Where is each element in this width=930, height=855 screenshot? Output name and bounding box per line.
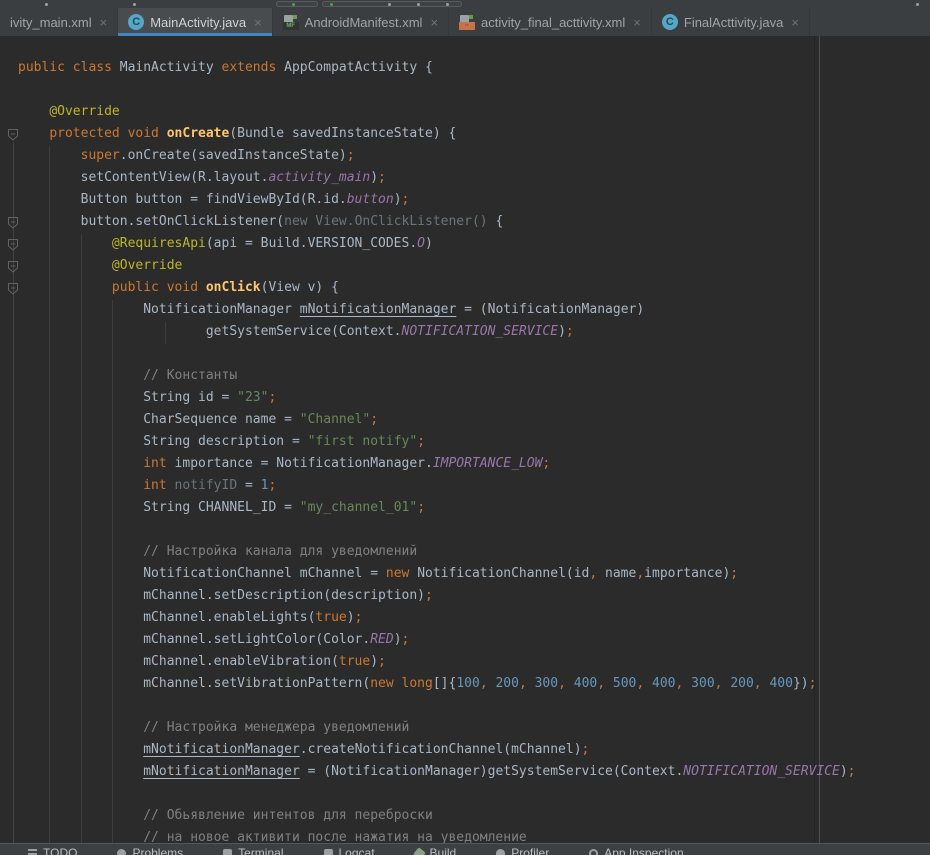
toolwindow-button-terminal[interactable]: Terminal — [223, 846, 283, 855]
code-line: super.onCreate(savedInstanceState); — [0, 145, 930, 167]
java-class-icon: C — [662, 14, 678, 30]
code-line: // Настройка менеджера уведомлений — [0, 717, 930, 739]
code-line: // Константы — [0, 365, 930, 387]
toolbar-dot — [133, 3, 136, 6]
device-selector-widget[interactable] — [322, 1, 462, 7]
tab-close-icon[interactable]: × — [430, 16, 438, 29]
toolwindow-label: Profiler — [511, 846, 549, 855]
tab-AndroidManifest.xml[interactable]: MF AndroidManifest.xml × — [273, 8, 449, 36]
debug-icon[interactable] — [330, 3, 333, 6]
java-class-icon: C — [128, 14, 144, 30]
problems-icon — [117, 849, 126, 855]
tab-close-icon[interactable]: × — [100, 16, 108, 29]
toolwindow-button-problems[interactable]: Problems — [117, 846, 183, 855]
code-line: int importance = NotificationManager.IMP… — [0, 453, 930, 475]
code-line: mChannel.setLightColor(Color.RED); — [0, 629, 930, 651]
toolwindow-label: Problems — [132, 846, 183, 855]
terminal-icon — [223, 849, 232, 855]
toolwindow-button-app-inspection[interactable]: App Inspection — [589, 846, 683, 855]
code-line: // Обьявление интентов для переброски — [0, 805, 930, 827]
code-line: String description = "first notify"; — [0, 431, 930, 453]
fold-collapse-icon[interactable] — [7, 128, 19, 141]
fold-collapse-icon[interactable] — [7, 282, 19, 295]
tab-FinalActtivity.java[interactable]: C FinalActtivity.java × — [652, 8, 810, 36]
code-line: @Override — [0, 255, 930, 277]
todo-icon — [28, 849, 37, 855]
tab-MainActivity.java[interactable]: C MainActivity.java × — [118, 8, 272, 36]
tool-window-bar: TODO Problems Terminal Logcat Build Profiler A… — [0, 843, 930, 855]
layout-xml-file-icon: ·· — [459, 14, 475, 30]
code-line: mNotificationManager = (NotificationMana… — [0, 761, 930, 783]
code-line: int notifyID = 1; — [0, 475, 930, 497]
tab-ivity_main.xml[interactable]: ivity_main.xml × — [0, 8, 118, 36]
code-line: @RequiresApi(api = Build.VERSION_CODES.O… — [0, 233, 930, 255]
code-line: String CHANNEL_ID = "my_channel_01"; — [0, 497, 930, 519]
code-line: mNotificationManager.createNotificationC… — [0, 739, 930, 761]
tab-label: FinalActtivity.java — [684, 15, 783, 30]
code-line: @Override — [0, 101, 930, 123]
toolwindow-label: Terminal — [238, 846, 283, 855]
tab-close-icon[interactable]: × — [791, 16, 799, 29]
manifest-file-icon: MF — [283, 14, 299, 30]
code-line — [0, 695, 930, 717]
toolbar-dot — [417, 3, 420, 6]
code-line — [0, 343, 930, 365]
toolwindow-label: App Inspection — [604, 846, 683, 855]
toolwindow-label: TODO — [43, 846, 77, 855]
code-line: protected void onCreate(Bundle savedInst… — [0, 123, 930, 145]
toolbar-dot — [916, 3, 919, 6]
code-line: public void onClick(View v) { — [0, 277, 930, 299]
toolwindow-button-logcat[interactable]: Logcat — [324, 846, 375, 855]
run-config-widget[interactable] — [276, 1, 318, 7]
toolbar-dot — [446, 3, 449, 6]
fold-collapse-icon[interactable] — [7, 216, 19, 229]
code-line: String id = "23"; — [0, 387, 930, 409]
tab-label: ivity_main.xml — [10, 15, 92, 30]
toolwindow-label: Logcat — [339, 846, 375, 855]
tab-label: activity_final_acttivity.xml — [481, 15, 625, 30]
main-toolbar-edge — [0, 0, 930, 8]
code-line: setContentView(R.layout.activity_main); — [0, 167, 930, 189]
run-icon[interactable] — [292, 3, 295, 6]
tab-close-icon[interactable]: × — [633, 16, 641, 29]
code-line — [0, 79, 930, 101]
code-line: public class MainActivity extends AppCom… — [0, 57, 930, 79]
tab-close-icon[interactable]: × — [254, 16, 262, 29]
toolwindow-button-profiler[interactable]: Profiler — [496, 846, 549, 855]
code-line: getSystemService(Context.NOTIFICATION_SE… — [0, 321, 930, 343]
code-line: button.setOnClickListener(new View.OnCli… — [0, 211, 930, 233]
tab-activity_final_acttivity.xml[interactable]: ·· activity_final_acttivity.xml × — [449, 8, 652, 36]
code-line: NotificationChannel mChannel = new Notif… — [0, 563, 930, 585]
toolbar-dot — [45, 3, 48, 6]
code-line: // Настройка канала для уведомлений — [0, 541, 930, 563]
fold-collapse-icon[interactable] — [7, 238, 19, 251]
tab-label: AndroidManifest.xml — [305, 15, 423, 30]
toolwindow-button-todo[interactable]: TODO — [28, 846, 77, 855]
build-icon — [413, 847, 426, 855]
code-area[interactable]: public class MainActivity extends AppCom… — [0, 57, 930, 843]
code-line: // на новое активити после нажатия на ув… — [0, 827, 930, 843]
code-line — [0, 519, 930, 541]
code-line: mChannel.enableVibration(true); — [0, 651, 930, 673]
ide-window: ivity_main.xml × C MainActivity.java × MF Andr… — [0, 0, 930, 855]
logcat-icon — [324, 849, 333, 855]
editor-tab-bar: ivity_main.xml × C MainActivity.java × MF Andr… — [0, 8, 930, 36]
fold-collapse-icon[interactable] — [7, 260, 19, 273]
code-line: mChannel.enableLights(true); — [0, 607, 930, 629]
code-line — [0, 783, 930, 805]
tab-label: MainActivity.java — [150, 15, 246, 30]
code-line: NotificationManager mNotificationManager… — [0, 299, 930, 321]
code-line: mChannel.setVibrationPattern(new long[]{… — [0, 673, 930, 695]
code-editor[interactable]: public class MainActivity extends AppCom… — [0, 36, 930, 843]
code-line: mChannel.setDescription(description); — [0, 585, 930, 607]
profiler-icon — [496, 849, 505, 855]
inspect-icon — [589, 849, 598, 855]
toolwindow-label: Build — [430, 846, 457, 855]
toolbar-dot — [388, 3, 391, 6]
toolwindow-button-build[interactable]: Build — [415, 846, 457, 855]
code-line: CharSequence name = "Channel"; — [0, 409, 930, 431]
code-line: Button button = findViewById(R.id.button… — [0, 189, 930, 211]
